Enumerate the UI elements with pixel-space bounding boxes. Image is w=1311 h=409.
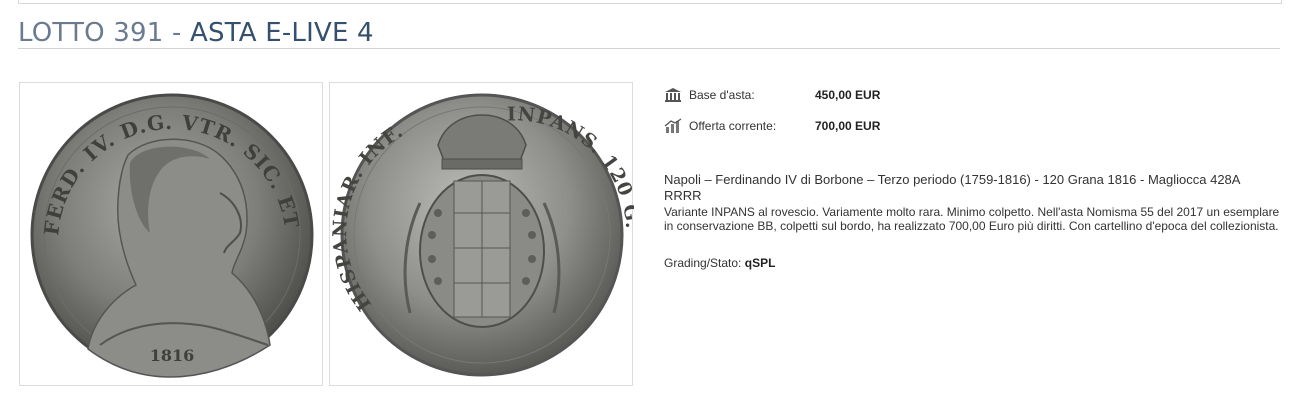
coin-obverse-graphic: FERD. IV. D.G. VTR. SIC. ET HIER. REX 18…	[20, 83, 314, 378]
description-detail: Variante INPANS al rovescio. Variamente …	[664, 205, 1280, 233]
bar-chart-icon	[664, 118, 682, 134]
title-separator: -	[163, 18, 191, 48]
current-offer-row: Offerta corrente: 700,00 EUR	[664, 118, 880, 134]
base-price-value: 450,00 EUR	[815, 88, 881, 102]
grading: Grading/Stato: qSPL	[664, 256, 775, 270]
lot-number: LOTTO 391	[18, 18, 164, 48]
grading-label: Grading/Stato:	[664, 256, 742, 270]
current-offer-label: Offerta corrente:	[689, 119, 777, 133]
coin-reverse-image[interactable]: HISPANIAR. INF. INPANS. 120 G.	[329, 82, 634, 386]
grading-value: qSPL	[744, 256, 776, 270]
lot-description: Napoli – Ferdinando IV di Borbone – Terz…	[664, 172, 1280, 233]
coin-date: 1816	[150, 346, 195, 365]
top-box	[18, 0, 1282, 4]
title-divider	[18, 48, 1280, 49]
description-main: Napoli – Ferdinando IV di Borbone – Terz…	[664, 172, 1240, 203]
page-title: LOTTO 391 - ASTA E-LIVE 4	[18, 18, 374, 48]
base-price-label: Base d'asta:	[689, 88, 755, 102]
coin-obverse-image[interactable]: FERD. IV. D.G. VTR. SIC. ET HIER. REX 18…	[19, 82, 323, 386]
current-offer-value: 700,00 EUR	[815, 119, 881, 133]
auction-name[interactable]: ASTA E-LIVE 4	[190, 18, 374, 48]
base-price-row: Base d'asta: 450,00 EUR	[664, 87, 880, 103]
bank-icon	[664, 87, 682, 103]
coin-reverse-graphic: HISPANIAR. INF. INPANS. 120 G.	[330, 93, 634, 377]
